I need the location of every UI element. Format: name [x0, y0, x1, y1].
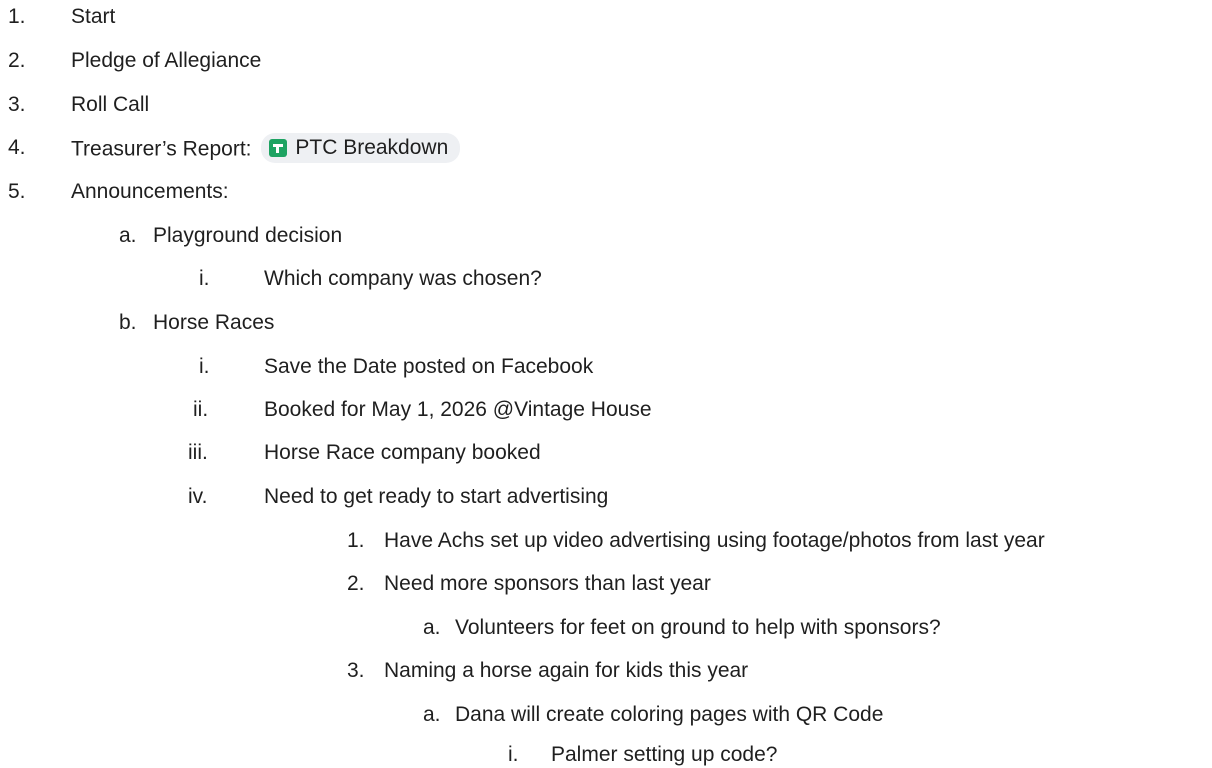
- list-marker: 3.: [347, 659, 365, 682]
- list-item-text: Start: [71, 5, 116, 28]
- list-marker: a.: [423, 616, 441, 639]
- chip-label: PTC Breakdown: [295, 136, 449, 159]
- list-marker: a.: [423, 703, 441, 726]
- list-item-text: Have Achs set up video advertising using…: [384, 529, 1045, 552]
- list-marker: i.: [199, 267, 210, 290]
- list-item-text: Which company was chosen?: [264, 267, 542, 290]
- list-item-text: Treasurer’s Report: PTC Breakdown: [71, 133, 461, 165]
- list-item-text: Booked for May 1, 2026 @Vintage House: [264, 398, 652, 421]
- list-item-text: Announcements:: [71, 180, 229, 203]
- list-marker: 1.: [347, 529, 365, 552]
- list-marker: 3.: [8, 93, 26, 116]
- list-marker: 2.: [347, 572, 365, 595]
- list-marker: i.: [508, 743, 519, 766]
- list-marker: 4.: [8, 136, 26, 159]
- list-marker: 2.: [8, 49, 26, 72]
- google-sheets-icon: [269, 139, 288, 157]
- list-item-text: Horse Race company booked: [264, 441, 541, 464]
- list-item-text: Horse Races: [153, 311, 275, 334]
- list-item-text: Volunteers for feet on ground to help wi…: [455, 616, 941, 639]
- list-marker: i.: [199, 355, 210, 378]
- list-item-text: Dana will create coloring pages with QR …: [455, 703, 884, 726]
- list-item-text: Playground decision: [153, 224, 343, 247]
- ptc-breakdown-chip[interactable]: PTC Breakdown: [261, 133, 461, 163]
- list-item-text: Palmer setting up code?: [551, 743, 778, 766]
- list-marker: b.: [119, 311, 137, 334]
- treasurer-report-label: Treasurer’s Report:: [71, 137, 252, 161]
- list-marker: 5.: [8, 180, 26, 203]
- list-item-text: Roll Call: [71, 93, 150, 116]
- list-item-text: Pledge of Allegiance: [71, 49, 262, 72]
- list-marker: iii.: [188, 441, 208, 464]
- list-marker: a.: [119, 224, 137, 247]
- list-item-text: Save the Date posted on Facebook: [264, 355, 594, 378]
- list-marker: ii.: [193, 398, 209, 421]
- list-item-text: Naming a horse again for kids this year: [384, 659, 749, 682]
- list-marker: iv.: [188, 485, 208, 508]
- list-item-text: Need more sponsors than last year: [384, 572, 711, 595]
- list-item-text: Need to get ready to start advertising: [264, 485, 609, 508]
- list-marker: 1.: [8, 5, 26, 28]
